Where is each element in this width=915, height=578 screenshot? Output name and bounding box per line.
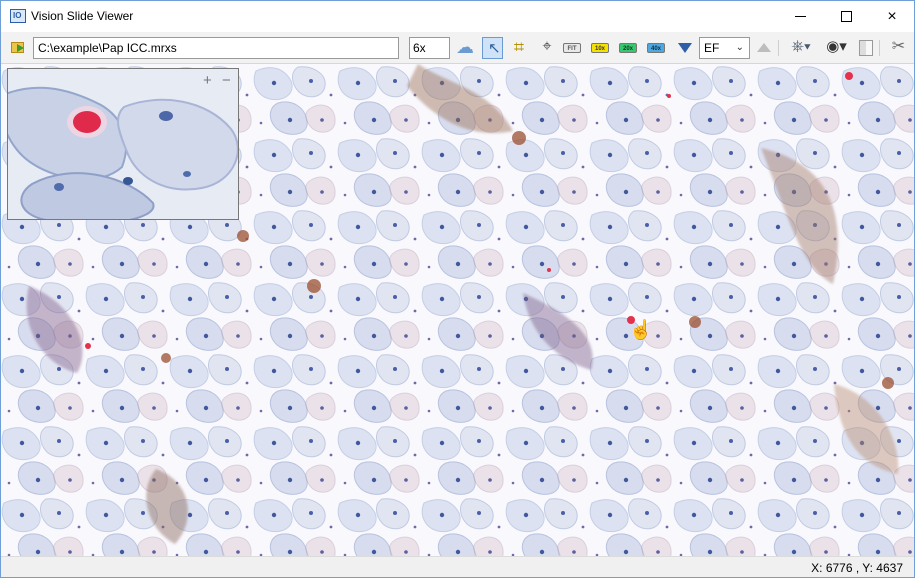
focus-down-button[interactable]	[676, 37, 694, 59]
zoom-field[interactable]: 6x	[409, 37, 450, 59]
select-arrow-icon: ↖	[488, 40, 501, 57]
open-file-button[interactable]	[8, 37, 28, 59]
crop-button[interactable]: ⌗	[509, 37, 529, 59]
status-bar: X: 6776 , Y: 4637	[1, 556, 914, 577]
minimize-icon	[795, 16, 806, 17]
window-title: Vision Slide Viewer	[31, 9, 134, 23]
hand-cursor-icon: ☝	[629, 320, 653, 341]
maximize-icon	[841, 11, 852, 22]
zoom-20x-button[interactable]: 20x	[619, 43, 637, 53]
split-view-button[interactable]	[856, 37, 877, 59]
target-icon: ⌖	[542, 38, 552, 55]
zoom-10x-button[interactable]: 10x	[591, 43, 609, 53]
maximize-button[interactable]	[823, 1, 869, 32]
select-tool-button[interactable]: ↖	[482, 37, 503, 59]
minimize-button[interactable]	[777, 1, 823, 32]
close-icon: ×	[887, 8, 897, 25]
toolbar-separator	[778, 40, 779, 56]
slide-viewport[interactable]: + − ☝	[1, 64, 914, 556]
app-icon-text: IO	[13, 11, 22, 20]
close-button[interactable]: ×	[869, 1, 914, 32]
helm-icon: ⎈▾	[791, 38, 811, 55]
file-path-field[interactable]: C:\example\Pap ICC.mrxs	[33, 37, 399, 59]
eye-icon: ◉▾	[826, 38, 847, 55]
title-bar[interactable]: IO Vision Slide Viewer ×	[1, 1, 914, 32]
slide-viewer-window: IO Vision Slide Viewer × C:\example\Pap …	[0, 0, 915, 578]
overview-navigator[interactable]: + −	[7, 68, 239, 220]
main-toolbar: C:\example\Pap ICC.mrxs 6x ☁ ↖ ⌗ ⌖ FIT 1…	[1, 32, 914, 64]
down-arrow-icon	[678, 43, 692, 53]
focus-up-button[interactable]	[755, 37, 773, 59]
filter-select[interactable]: EF ⌄	[699, 37, 750, 59]
app-icon: IO	[10, 9, 26, 23]
split-view-icon	[859, 40, 873, 56]
navigator-zoom-in-button[interactable]: +	[203, 73, 212, 88]
coordinates-readout: X: 6776 , Y: 4637	[811, 561, 903, 575]
rotation-button[interactable]: ⎈▾	[787, 37, 815, 59]
view-options-button[interactable]: ◉▾	[822, 37, 851, 59]
fit-button[interactable]: FIT	[563, 43, 581, 53]
cloud-button[interactable]: ☁	[455, 37, 475, 59]
navigator-image	[8, 69, 238, 219]
chevron-down-icon: ⌄	[735, 42, 744, 53]
cloud-icon: ☁	[456, 37, 474, 57]
navigator-zoom-out-button[interactable]: −	[222, 73, 231, 88]
center-target-button[interactable]: ⌖	[537, 37, 557, 59]
tools-button[interactable]: ✂	[888, 37, 909, 59]
filter-value: EF	[704, 41, 720, 55]
up-arrow-icon	[757, 43, 771, 52]
zoom-40x-button[interactable]: 40x	[647, 43, 665, 53]
open-arrow-icon	[17, 44, 24, 52]
crop-icon: ⌗	[513, 37, 525, 57]
toolbar-separator-right	[879, 40, 880, 56]
tools-icon: ✂	[891, 38, 906, 55]
